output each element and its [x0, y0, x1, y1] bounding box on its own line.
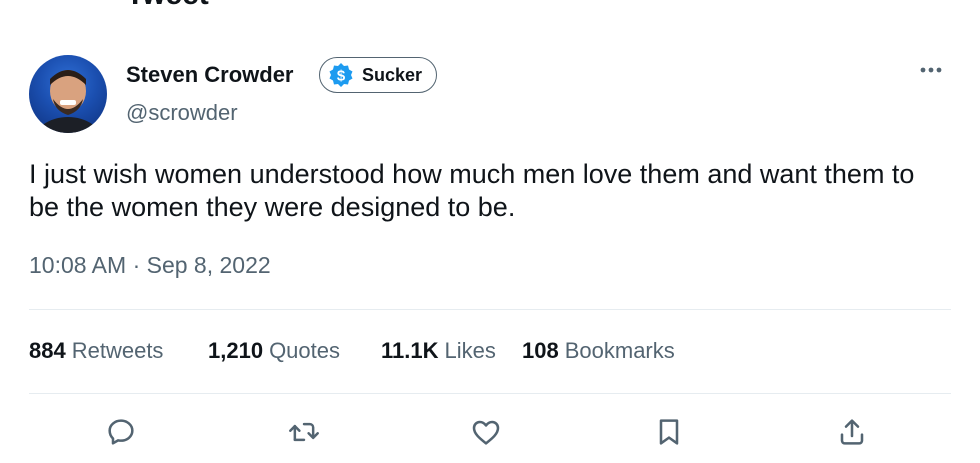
avatar[interactable] — [29, 55, 107, 133]
bookmarks-count: 108 — [522, 338, 559, 363]
engagement-stats: 884 Retweets 1,210 Quotes 11.1K Likes 10… — [29, 338, 675, 364]
more-button[interactable] — [918, 58, 944, 82]
tweet-text: I just wish women understood how much me… — [29, 159, 915, 222]
dollar-icon: $ — [329, 63, 353, 87]
like-button[interactable] — [468, 414, 504, 450]
quotes-stat[interactable]: 1,210 Quotes — [208, 338, 381, 364]
svg-text:$: $ — [337, 68, 346, 85]
retweets-label: Retweets — [71, 338, 164, 363]
likes-label: Likes — [444, 338, 496, 363]
retweets-stat[interactable]: 884 Retweets — [29, 338, 208, 364]
page-title: Tweet — [126, 0, 209, 12]
author-handle[interactable]: @scrowder — [126, 100, 238, 126]
bookmark-button[interactable] — [651, 414, 687, 450]
author-name[interactable]: Steven Crowder — [126, 62, 294, 88]
action-bar — [0, 414, 980, 454]
bookmark-icon — [659, 419, 679, 445]
badge-label: Sucker — [362, 64, 423, 85]
likes-count: 11.1K — [381, 338, 439, 363]
tweet-timestamp[interactable]: 10:08 AM · Sep 8, 2022 — [29, 252, 271, 279]
likes-stat[interactable]: 11.1K Likes — [381, 338, 522, 364]
reply-button[interactable] — [103, 414, 139, 450]
divider — [29, 309, 951, 310]
reply-icon — [108, 419, 134, 445]
author-badge[interactable]: $ Sucker — [319, 57, 438, 93]
more-icon — [920, 67, 942, 73]
retweets-count: 884 — [29, 338, 66, 363]
bookmarks-stat[interactable]: 108 Bookmarks — [522, 338, 675, 364]
quotes-count: 1,210 — [208, 338, 264, 363]
retweet-button[interactable] — [286, 414, 322, 450]
share-button[interactable] — [834, 414, 870, 450]
avatar-image — [35, 70, 101, 133]
like-icon — [472, 420, 500, 445]
share-icon — [840, 419, 864, 445]
quotes-label: Quotes — [269, 338, 340, 363]
retweet-icon — [289, 422, 319, 442]
bookmarks-label: Bookmarks — [564, 338, 675, 363]
divider — [29, 393, 951, 394]
